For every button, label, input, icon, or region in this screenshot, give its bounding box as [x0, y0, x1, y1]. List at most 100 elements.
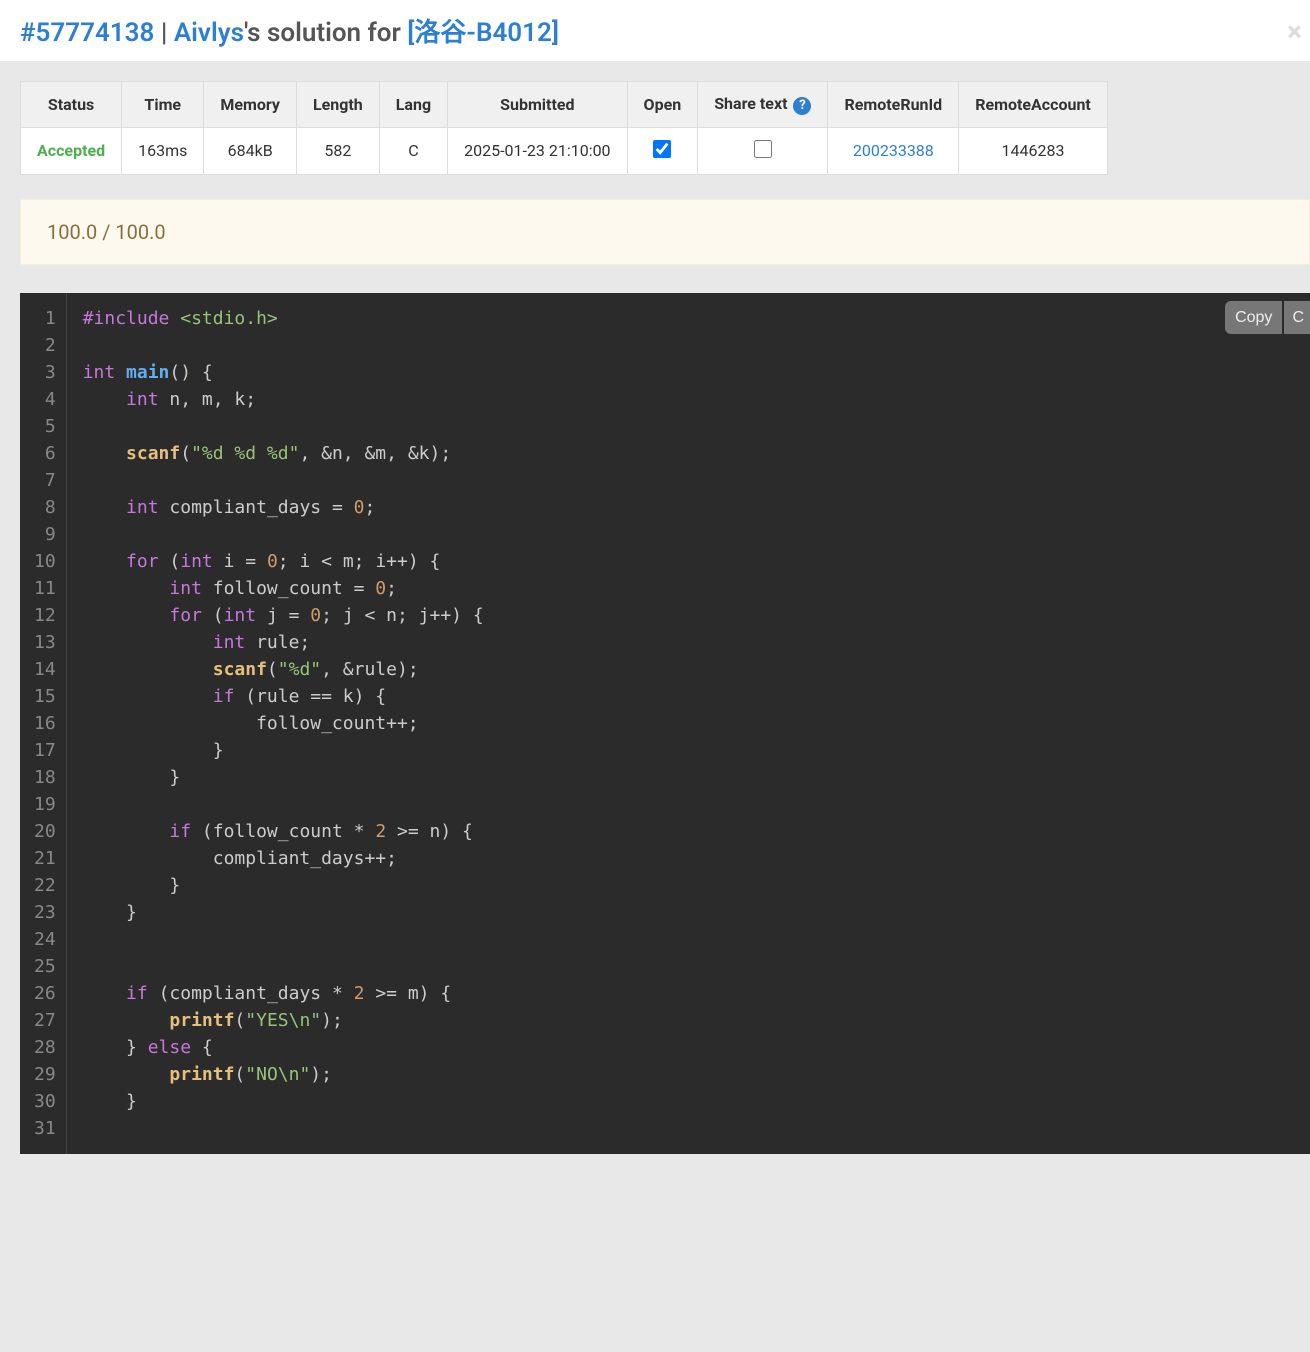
line-number: 31 — [34, 1115, 56, 1142]
cell-lang: C — [379, 127, 447, 174]
line-number: 18 — [34, 764, 56, 791]
open-checkbox[interactable] — [653, 140, 671, 158]
code-line: printf("YES\n"); — [83, 1007, 484, 1034]
code-line — [83, 791, 484, 818]
line-number: 4 — [34, 386, 56, 413]
line-number: 27 — [34, 1007, 56, 1034]
code-line: } else { — [83, 1034, 484, 1061]
line-number: 26 — [34, 980, 56, 1007]
code-line: follow_count++; — [83, 710, 484, 737]
line-number: 13 — [34, 629, 56, 656]
close-icon[interactable]: × — [1287, 18, 1302, 46]
code-line — [83, 926, 484, 953]
code-line: if (follow_count * 2 >= n) { — [83, 818, 484, 845]
code-line — [83, 1115, 484, 1142]
th-share: Share text ? — [698, 82, 828, 128]
code-line: int n, m, k; — [83, 386, 484, 413]
line-number: 22 — [34, 872, 56, 899]
code-content[interactable]: #include <stdio.h> int main() { int n, m… — [67, 293, 484, 1154]
share-checkbox[interactable] — [754, 140, 772, 158]
code-line: } — [83, 872, 484, 899]
th-remoteacc: RemoteAccount — [959, 82, 1108, 128]
copy-button[interactable]: Copy — [1225, 301, 1282, 334]
line-number: 7 — [34, 467, 56, 494]
code-line: int compliant_days = 0; — [83, 494, 484, 521]
th-length: Length — [296, 82, 379, 128]
code-line: int rule; — [83, 629, 484, 656]
line-number: 11 — [34, 575, 56, 602]
line-number: 30 — [34, 1088, 56, 1115]
line-number: 23 — [34, 899, 56, 926]
table-row: Accepted 163ms 684kB 582 C 2025-01-23 21… — [21, 127, 1108, 174]
code-line: } — [83, 1088, 484, 1115]
code-line: if (compliant_days * 2 >= m) { — [83, 980, 484, 1007]
th-open: Open — [627, 82, 698, 128]
line-number: 8 — [34, 494, 56, 521]
line-number: 21 — [34, 845, 56, 872]
line-number: 20 — [34, 818, 56, 845]
line-number: 28 — [34, 1034, 56, 1061]
line-number: 15 — [34, 683, 56, 710]
line-number: 1 — [34, 305, 56, 332]
help-icon[interactable]: ? — [793, 97, 811, 115]
title-mid: 's solution for — [244, 18, 407, 48]
code-line — [83, 521, 484, 548]
th-lang: Lang — [379, 82, 447, 128]
line-number: 24 — [34, 926, 56, 953]
th-remoterun: RemoteRunId — [828, 82, 959, 128]
code-line: if (rule == k) { — [83, 683, 484, 710]
problem-link[interactable]: [洛谷-B4012] — [407, 18, 559, 48]
code-line: int follow_count = 0; — [83, 575, 484, 602]
cell-share — [698, 127, 828, 174]
page-header: #57774138 | Aivlys's solution for [洛谷-B4… — [0, 0, 1310, 61]
line-number-gutter: 1234567891011121314151617181920212223242… — [20, 293, 67, 1154]
code-line: for (int j = 0; j < n; j++) { — [83, 602, 484, 629]
user-link[interactable]: Aivlys — [174, 18, 244, 48]
line-number: 17 — [34, 737, 56, 764]
code-line: } — [83, 899, 484, 926]
code-panel: Copy C 123456789101112131415161718192021… — [20, 293, 1310, 1154]
th-time: Time — [122, 82, 204, 128]
cell-status: Accepted — [21, 127, 122, 174]
lang-badge: C — [1284, 301, 1310, 334]
code-line — [83, 413, 484, 440]
th-submitted: Submitted — [448, 82, 627, 128]
remote-run-link[interactable]: 200233388 — [853, 141, 934, 160]
th-share-label: Share text — [714, 94, 787, 113]
table-header-row: Status Time Memory Length Lang Submitted… — [21, 82, 1108, 128]
cell-open — [627, 127, 698, 174]
title-sep: | — [154, 18, 173, 48]
th-memory: Memory — [204, 82, 297, 128]
line-number: 6 — [34, 440, 56, 467]
code-line — [83, 953, 484, 980]
cell-submitted: 2025-01-23 21:10:00 — [448, 127, 627, 174]
line-number: 9 — [34, 521, 56, 548]
code-line: } — [83, 737, 484, 764]
score-banner: 100.0 / 100.0 — [20, 199, 1310, 265]
line-number: 3 — [34, 359, 56, 386]
code-line — [83, 467, 484, 494]
code-line: printf("NO\n"); — [83, 1061, 484, 1088]
cell-remoteacc: 1446283 — [959, 127, 1108, 174]
cell-length: 582 — [296, 127, 379, 174]
submission-info-table: Status Time Memory Length Lang Submitted… — [20, 81, 1108, 175]
code-body: 1234567891011121314151617181920212223242… — [20, 293, 1310, 1154]
code-toolbar: Copy C — [1225, 301, 1310, 334]
line-number: 5 — [34, 413, 56, 440]
code-line: int main() { — [83, 359, 484, 386]
code-line: scanf("%d %d %d", &n, &m, &k); — [83, 440, 484, 467]
code-line: } — [83, 764, 484, 791]
line-number: 16 — [34, 710, 56, 737]
code-line: compliant_days++; — [83, 845, 484, 872]
submission-id-link[interactable]: #57774138 — [20, 18, 154, 48]
line-number: 12 — [34, 602, 56, 629]
cell-memory: 684kB — [204, 127, 297, 174]
code-line: for (int i = 0; i < m; i++) { — [83, 548, 484, 575]
line-number: 2 — [34, 332, 56, 359]
code-line: #include <stdio.h> — [83, 305, 484, 332]
line-number: 10 — [34, 548, 56, 575]
code-line — [83, 332, 484, 359]
line-number: 19 — [34, 791, 56, 818]
line-number: 14 — [34, 656, 56, 683]
line-number: 29 — [34, 1061, 56, 1088]
